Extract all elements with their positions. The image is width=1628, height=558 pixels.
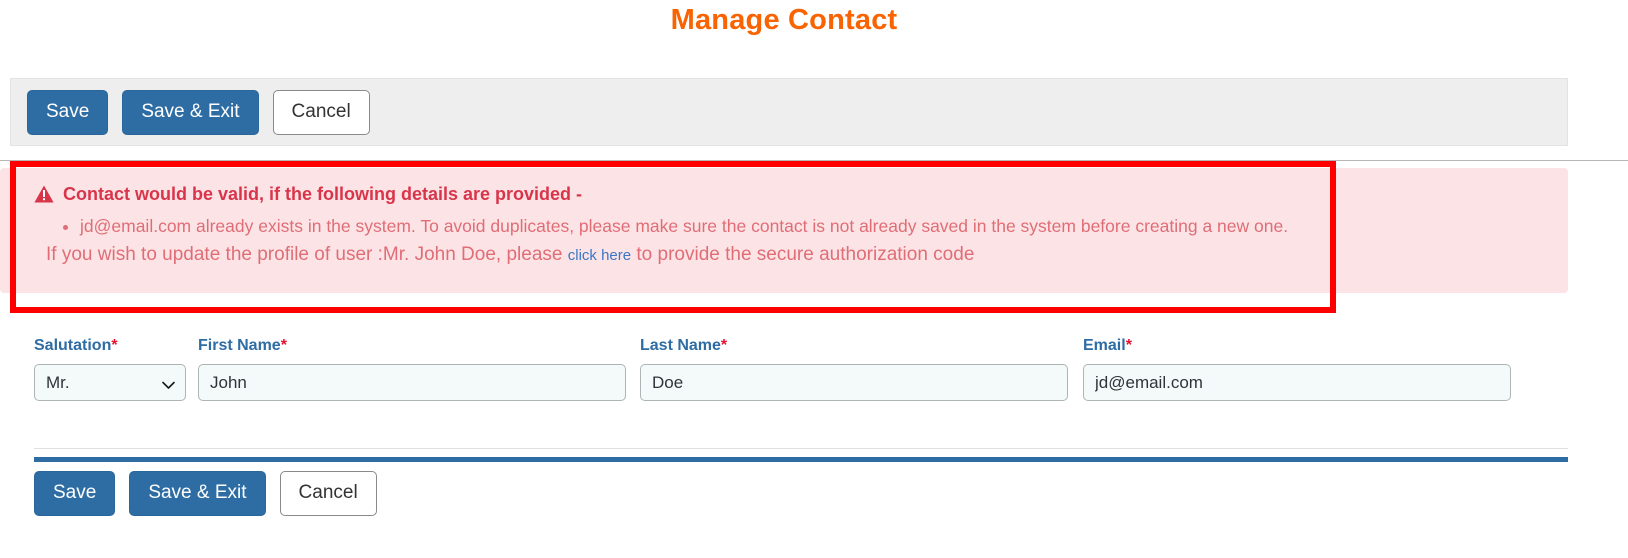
bottom-toolbar: Save Save & Exit Cancel xyxy=(34,471,377,516)
field-last-name: Last Name* xyxy=(640,336,1068,401)
toolbar-divider xyxy=(0,160,1628,161)
bottom-blue-divider xyxy=(34,457,1568,462)
cancel-button-top[interactable]: Cancel xyxy=(272,89,370,135)
save-and-exit-button-top[interactable]: Save & Exit xyxy=(122,89,259,135)
top-toolbar: Save Save & Exit Cancel xyxy=(10,78,1568,146)
field-label-first-name: First Name* xyxy=(198,336,626,356)
validation-error-list: jd@email.com already exists in the syste… xyxy=(34,213,1354,239)
save-and-exit-button-bottom[interactable]: Save & Exit xyxy=(129,471,266,516)
field-label-email: Email* xyxy=(1083,336,1511,356)
field-email: Email* xyxy=(1083,336,1511,401)
list-item: jd@email.com already exists in the syste… xyxy=(80,213,1354,239)
save-button-bottom[interactable]: Save xyxy=(34,471,116,516)
save-button-top[interactable]: Save xyxy=(27,89,109,135)
required-asterisk: * xyxy=(111,337,118,354)
field-salutation: Salutation* Mr. Mrs. Ms. Dr. xyxy=(34,336,186,401)
validation-alert-content: Contact would be valid, if the following… xyxy=(34,182,1354,270)
bottom-thin-divider xyxy=(34,448,1568,449)
email-input[interactable] xyxy=(1083,364,1511,401)
field-label-salutation-text: Salutation xyxy=(34,337,112,354)
cancel-button-bottom[interactable]: Cancel xyxy=(279,471,377,516)
validation-alert-footer: If you wish to update the profile of use… xyxy=(34,241,1354,270)
field-label-last-name-text: Last Name xyxy=(640,337,721,354)
validation-alert: Contact would be valid, if the following… xyxy=(0,168,1568,293)
validation-alert-footer-suffix: to provide the secure authorization code xyxy=(636,244,975,265)
required-asterisk: * xyxy=(720,337,728,354)
salutation-select-wrap: Mr. Mrs. Ms. Dr. xyxy=(34,364,186,401)
required-asterisk: * xyxy=(280,337,287,354)
click-here-link[interactable]: click here xyxy=(568,247,631,264)
manage-contact-page: Manage Contact Save Save & Exit Cancel C… xyxy=(0,0,1628,558)
field-first-name: First Name* xyxy=(198,336,626,401)
first-name-input[interactable] xyxy=(198,364,626,401)
field-label-email-text: Email xyxy=(1083,337,1126,354)
field-label-first-name-text: First Name xyxy=(198,337,281,354)
last-name-input[interactable] xyxy=(640,364,1068,401)
required-asterisk: * xyxy=(1125,337,1132,354)
validation-alert-heading-text: Contact would be valid, if the following… xyxy=(63,184,583,204)
salutation-select[interactable]: Mr. Mrs. Ms. Dr. xyxy=(34,364,186,401)
warning-triangle-icon xyxy=(34,185,54,203)
page-title: Manage Contact xyxy=(670,4,898,36)
validation-alert-heading: Contact would be valid, if the following… xyxy=(34,182,1354,206)
contact-form-row: Salutation* Mr. Mrs. Ms. Dr. First Name* xyxy=(0,336,1628,406)
field-label-salutation: Salutation* xyxy=(34,336,186,356)
field-label-last-name: Last Name* xyxy=(640,336,1068,356)
validation-alert-footer-prefix: If you wish to update the profile of use… xyxy=(46,244,563,265)
